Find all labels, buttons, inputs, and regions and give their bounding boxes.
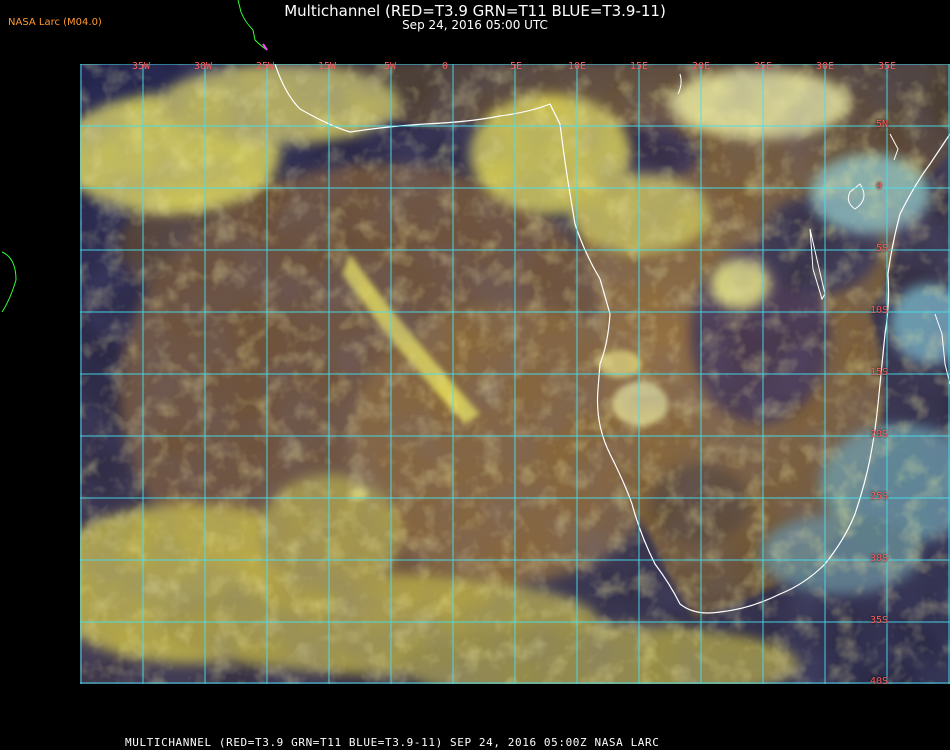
satellite-imagery [80, 64, 950, 684]
lat-label: 0 [876, 181, 883, 192]
lat-label: 25S [870, 491, 889, 502]
lon-label: 15W [318, 61, 337, 72]
lon-label: 25E [754, 61, 773, 72]
lat-label: 5N [876, 119, 889, 130]
footer-caption: MULTICHANNEL (RED=T3.9 GRN=T11 BLUE=T3.9… [125, 736, 660, 749]
lon-label: 30W [194, 61, 213, 72]
lat-label: 15S [870, 367, 889, 378]
image-timestamp: Sep 24, 2016 05:00 UTC [402, 18, 548, 32]
lon-label: 35E [878, 61, 897, 72]
lon-label: 15E [630, 61, 649, 72]
lon-label: 30E [816, 61, 835, 72]
lat-label: 20S [870, 429, 889, 440]
lat-label: 40S [870, 676, 889, 687]
coastline-outside-left [1, 251, 17, 313]
lat-label: 35S [870, 615, 889, 626]
satellite-image: 35W 30W 25W 15W 5W 0 5E 10E 15E 20E 25E … [80, 61, 950, 687]
lat-label: 10S [870, 305, 889, 316]
lon-label: 20E [692, 61, 711, 72]
lon-label: 5W [384, 61, 397, 72]
lon-label: 0 [442, 61, 449, 72]
lon-label: 5E [510, 61, 523, 72]
lon-label: 25W [256, 61, 275, 72]
lat-label: 5S [876, 243, 889, 254]
lon-label: 35W [132, 61, 151, 72]
coastline-outside-top [237, 0, 268, 51]
lon-label: 10E [568, 61, 587, 72]
source-badge: NASA Larc (M04.0) [8, 17, 102, 28]
lat-label: 30S [870, 553, 889, 564]
